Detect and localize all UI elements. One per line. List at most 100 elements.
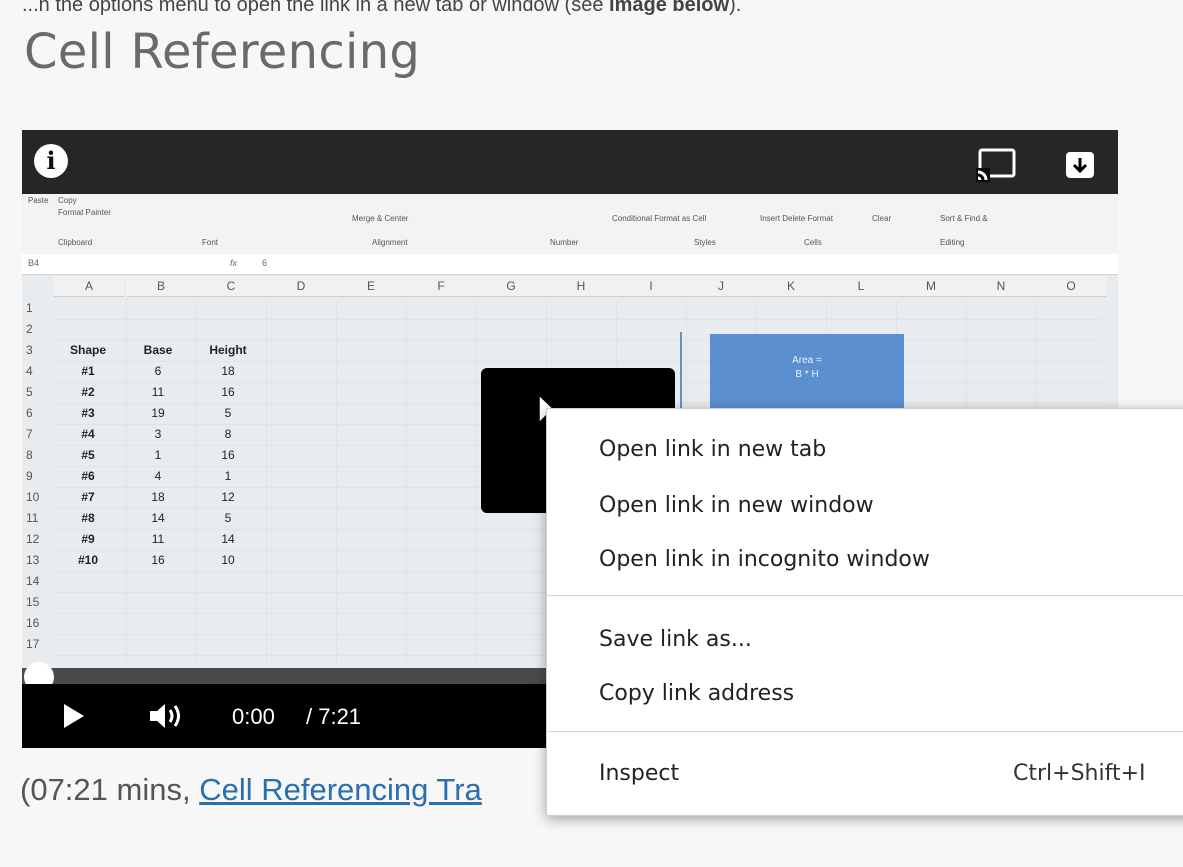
data-cell: #1 <box>81 364 95 378</box>
video-top-bar: i <box>22 130 1118 194</box>
data-cell: #9 <box>81 532 95 546</box>
grid-line <box>336 296 337 666</box>
grid-line <box>54 319 1102 320</box>
data-cell: 16 <box>221 448 235 462</box>
data-cell: 14 <box>221 532 235 546</box>
ribbon-alignment: Alignment <box>372 238 408 247</box>
data-cell: #8 <box>81 511 95 525</box>
data-cell: 5 <box>224 511 232 525</box>
info-icon[interactable]: i <box>34 144 68 178</box>
data-cell: 1 <box>154 448 162 462</box>
transcript-link[interactable]: Cell Referencing Tra <box>199 772 482 807</box>
page-title: Cell Referencing <box>24 24 421 80</box>
ribbon-sort: Sort & Find & <box>940 214 988 223</box>
row-number: 7 <box>26 427 33 441</box>
column-header: F <box>406 276 476 297</box>
column-header: N <box>966 276 1036 297</box>
menu-inspect[interactable]: Inspect Ctrl+Shift+I <box>547 747 1183 801</box>
intro-text-before: ...n the options menu to open the link i… <box>22 0 610 16</box>
ribbon-conditional: Conditional Format as Cell <box>612 214 707 223</box>
intro-text-after: ). <box>729 0 742 16</box>
row-number: 4 <box>26 364 33 378</box>
menu-label: Save link as... <box>599 627 752 652</box>
volume-icon[interactable] <box>146 700 186 732</box>
data-cell: 11 <box>151 532 165 546</box>
column-header: D <box>266 276 336 297</box>
menu-separator <box>547 731 1183 732</box>
height-arrow <box>680 332 682 412</box>
ribbon-clipboard: Clipboard <box>58 238 93 247</box>
menu-open-new-window[interactable]: Open link in new window <box>547 479 1183 533</box>
play-icon-small[interactable] <box>64 704 84 728</box>
menu-label: Copy link address <box>599 681 795 706</box>
row-number: 11 <box>26 511 39 525</box>
header-cell: Shape <box>69 343 106 357</box>
menu-label: Open link in new tab <box>599 437 827 462</box>
excel-ribbon: Paste Copy Format Painter Clipboard Font… <box>22 194 1118 255</box>
data-cell: #5 <box>81 448 95 462</box>
cast-icon[interactable] <box>970 138 1022 190</box>
ribbon-copy: Copy <box>58 196 77 205</box>
video-caption: (07:21 mins, Cell Referencing Tra <box>20 772 482 808</box>
data-cell: #7 <box>81 490 95 504</box>
ribbon-styles: Styles <box>694 238 716 247</box>
row-number: 14 <box>26 574 40 588</box>
column-header: H <box>546 276 616 297</box>
row-number: 10 <box>26 490 40 504</box>
data-cell: 11 <box>151 385 165 399</box>
data-cell: 16 <box>221 385 235 399</box>
data-cell: #2 <box>81 385 95 399</box>
data-cell: #6 <box>81 469 95 483</box>
current-time: 0:00 <box>232 704 275 729</box>
fx-icon: fx <box>230 258 238 268</box>
row-number: 1 <box>26 301 33 315</box>
column-header: K <box>756 276 826 297</box>
data-cell: #4 <box>81 427 95 441</box>
menu-copy-link[interactable]: Copy link address <box>547 667 1183 721</box>
data-cell: 16 <box>151 553 165 567</box>
column-header: L <box>826 276 896 297</box>
formula-bar: B4 fx 6 <box>22 254 1118 275</box>
row-number: 3 <box>26 343 33 357</box>
ribbon-cells: Cells <box>804 238 822 247</box>
row-number: 8 <box>26 448 33 462</box>
data-cell: 1 <box>224 469 232 483</box>
menu-open-incognito[interactable]: Open link in incognito window <box>547 533 1183 587</box>
column-header: B <box>126 276 196 297</box>
column-header: G <box>476 276 546 297</box>
menu-open-new-tab[interactable]: Open link in new tab <box>547 423 1183 477</box>
data-cell: 12 <box>221 490 235 504</box>
data-cell: 8 <box>224 427 232 441</box>
column-header: A <box>54 276 124 297</box>
grid-line <box>406 296 407 666</box>
ribbon-clear: Clear <box>872 214 892 223</box>
data-cell: 10 <box>221 553 235 567</box>
menu-label: Open link in new window <box>599 493 874 518</box>
ribbon-format-painter: Format Painter <box>58 208 111 217</box>
data-cell: 18 <box>221 364 235 378</box>
grid-line <box>126 296 127 666</box>
row-number: 16 <box>26 616 40 630</box>
ribbon-merge: Merge & Center <box>352 214 409 223</box>
grid-line <box>196 296 197 666</box>
data-cell: 5 <box>224 406 232 420</box>
column-header: C <box>196 276 266 297</box>
row-number: 17 <box>26 637 40 651</box>
watch-later-icon[interactable] <box>1058 142 1102 186</box>
row-number: 13 <box>26 553 40 567</box>
ribbon-font: Font <box>202 238 219 247</box>
duration: / 7:21 <box>306 704 362 729</box>
grid-line <box>266 296 267 666</box>
row-number: 12 <box>26 532 40 546</box>
ribbon-insert: Insert Delete Format <box>760 214 833 223</box>
column-header: E <box>336 276 406 297</box>
intro-text: ...n the options menu to open the link i… <box>22 0 741 17</box>
row-number: 6 <box>26 406 33 420</box>
menu-shortcut: Ctrl+Shift+I <box>1013 761 1146 786</box>
header-cell: Height <box>209 343 247 357</box>
menu-label: Open link in incognito window <box>599 547 930 572</box>
menu-separator <box>547 595 1183 596</box>
menu-save-link[interactable]: Save link as... <box>547 613 1183 667</box>
area-shape: Area = B * H <box>710 334 904 410</box>
row-number: 9 <box>26 469 33 483</box>
